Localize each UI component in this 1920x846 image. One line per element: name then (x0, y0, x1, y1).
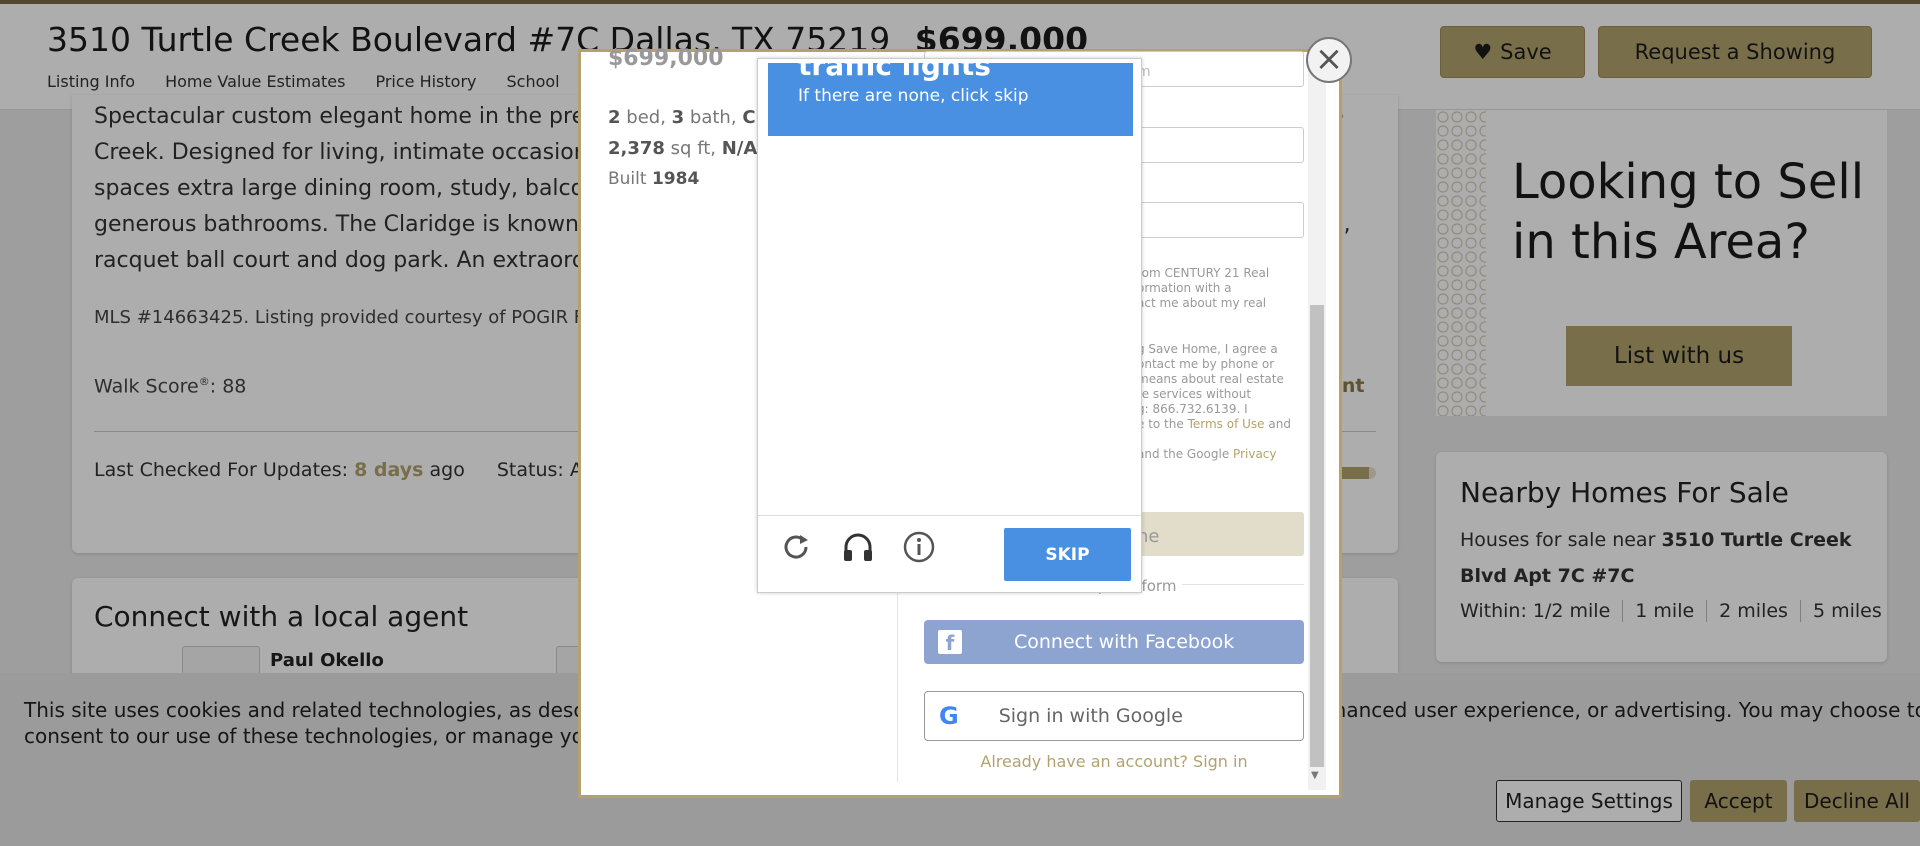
captcha-tile[interactable] (859, 141, 950, 231)
consent-text: rom CENTURY 21 Real ormation with a act … (1137, 266, 1269, 311)
captcha-tile[interactable] (951, 416, 1042, 506)
headphones-icon[interactable] (840, 529, 876, 565)
terms-text: g Save Home, I agree a ontact me by phon… (1137, 342, 1291, 462)
terms-of-use-link[interactable]: Terms of Use (1188, 417, 1265, 431)
facebook-login-button[interactable]: f Connect with Facebook (924, 620, 1304, 664)
captcha-tile[interactable] (859, 232, 950, 323)
baths-value: 3 (671, 107, 685, 128)
captcha-target: traffic lights (798, 63, 991, 82)
captcha-tile[interactable] (768, 232, 858, 323)
consent-line: act me about my real (1137, 296, 1267, 310)
consent-line: rom CENTURY 21 Real (1137, 266, 1270, 280)
info-icon[interactable] (901, 529, 937, 565)
beds-label: bed, (626, 107, 666, 128)
close-modal-button[interactable]: × (1306, 37, 1352, 83)
captcha-instruction: If there are none, click skip (798, 86, 1029, 106)
captcha-tile[interactable] (1043, 416, 1133, 506)
facebook-login-label: Connect with Facebook (1014, 631, 1235, 653)
captcha-tile[interactable] (1043, 324, 1133, 415)
captcha-challenge: traffic lights If there are none, click … (757, 58, 1142, 593)
facebook-icon: f (938, 630, 962, 654)
terms-line: te services without (1137, 387, 1252, 401)
google-signin-label: Sign in with Google (998, 705, 1183, 727)
scroll-down-arrow[interactable]: ▼ (1311, 770, 1319, 781)
terms-line: g: 866.732.6139. I (1137, 402, 1248, 416)
modal-home-facts: 2 bed, 3 bath, CN 2,378 sq ft, N/A Built… (608, 102, 771, 195)
captcha-tile[interactable] (768, 416, 858, 506)
built-label: Built (608, 169, 647, 189)
reload-icon[interactable] (778, 529, 814, 565)
terms-line: e to the (1137, 417, 1184, 431)
terms-line: means about real estate (1137, 372, 1284, 386)
baths-label: bath, (689, 107, 737, 128)
modal-price: $699,000 (608, 46, 724, 71)
captcha-tile[interactable] (859, 416, 950, 506)
modal-scrollbar-thumb[interactable] (1310, 305, 1324, 767)
lot-value: N/A (721, 138, 758, 159)
sign-in-link[interactable]: Already have an account? Sign in (924, 752, 1304, 771)
captcha-tile[interactable] (1043, 232, 1133, 323)
terms-line: ontact me by phone or (1137, 357, 1275, 371)
captcha-skip-button[interactable]: SKIP (1004, 528, 1131, 581)
terms-line: g Save Home, I agree a (1137, 342, 1278, 356)
captcha-header: traffic lights If there are none, click … (768, 63, 1133, 136)
captcha-tile[interactable] (768, 324, 858, 415)
privacy-link[interactable]: Privacy (1233, 447, 1276, 461)
captcha-tile[interactable] (951, 232, 1042, 323)
captcha-tile[interactable] (859, 324, 950, 415)
sqft-value: 2,378 (608, 138, 665, 159)
consent-line: ormation with a (1137, 281, 1232, 295)
terms-line: and (1268, 417, 1291, 431)
google-signin-button[interactable]: G Sign in with Google (924, 691, 1304, 741)
captcha-tile[interactable] (951, 141, 1042, 231)
google-icon: G (939, 702, 959, 730)
sqft-label: sq ft, (670, 138, 716, 159)
built-value: 1984 (651, 169, 700, 189)
captcha-tile[interactable] (951, 324, 1042, 415)
captcha-divider (758, 515, 1141, 516)
captcha-grid (768, 141, 1133, 506)
terms-line: and the Google (1137, 447, 1230, 461)
captcha-tile[interactable] (768, 141, 858, 231)
captcha-tile[interactable] (1043, 141, 1133, 231)
beds-value: 2 (608, 107, 621, 128)
